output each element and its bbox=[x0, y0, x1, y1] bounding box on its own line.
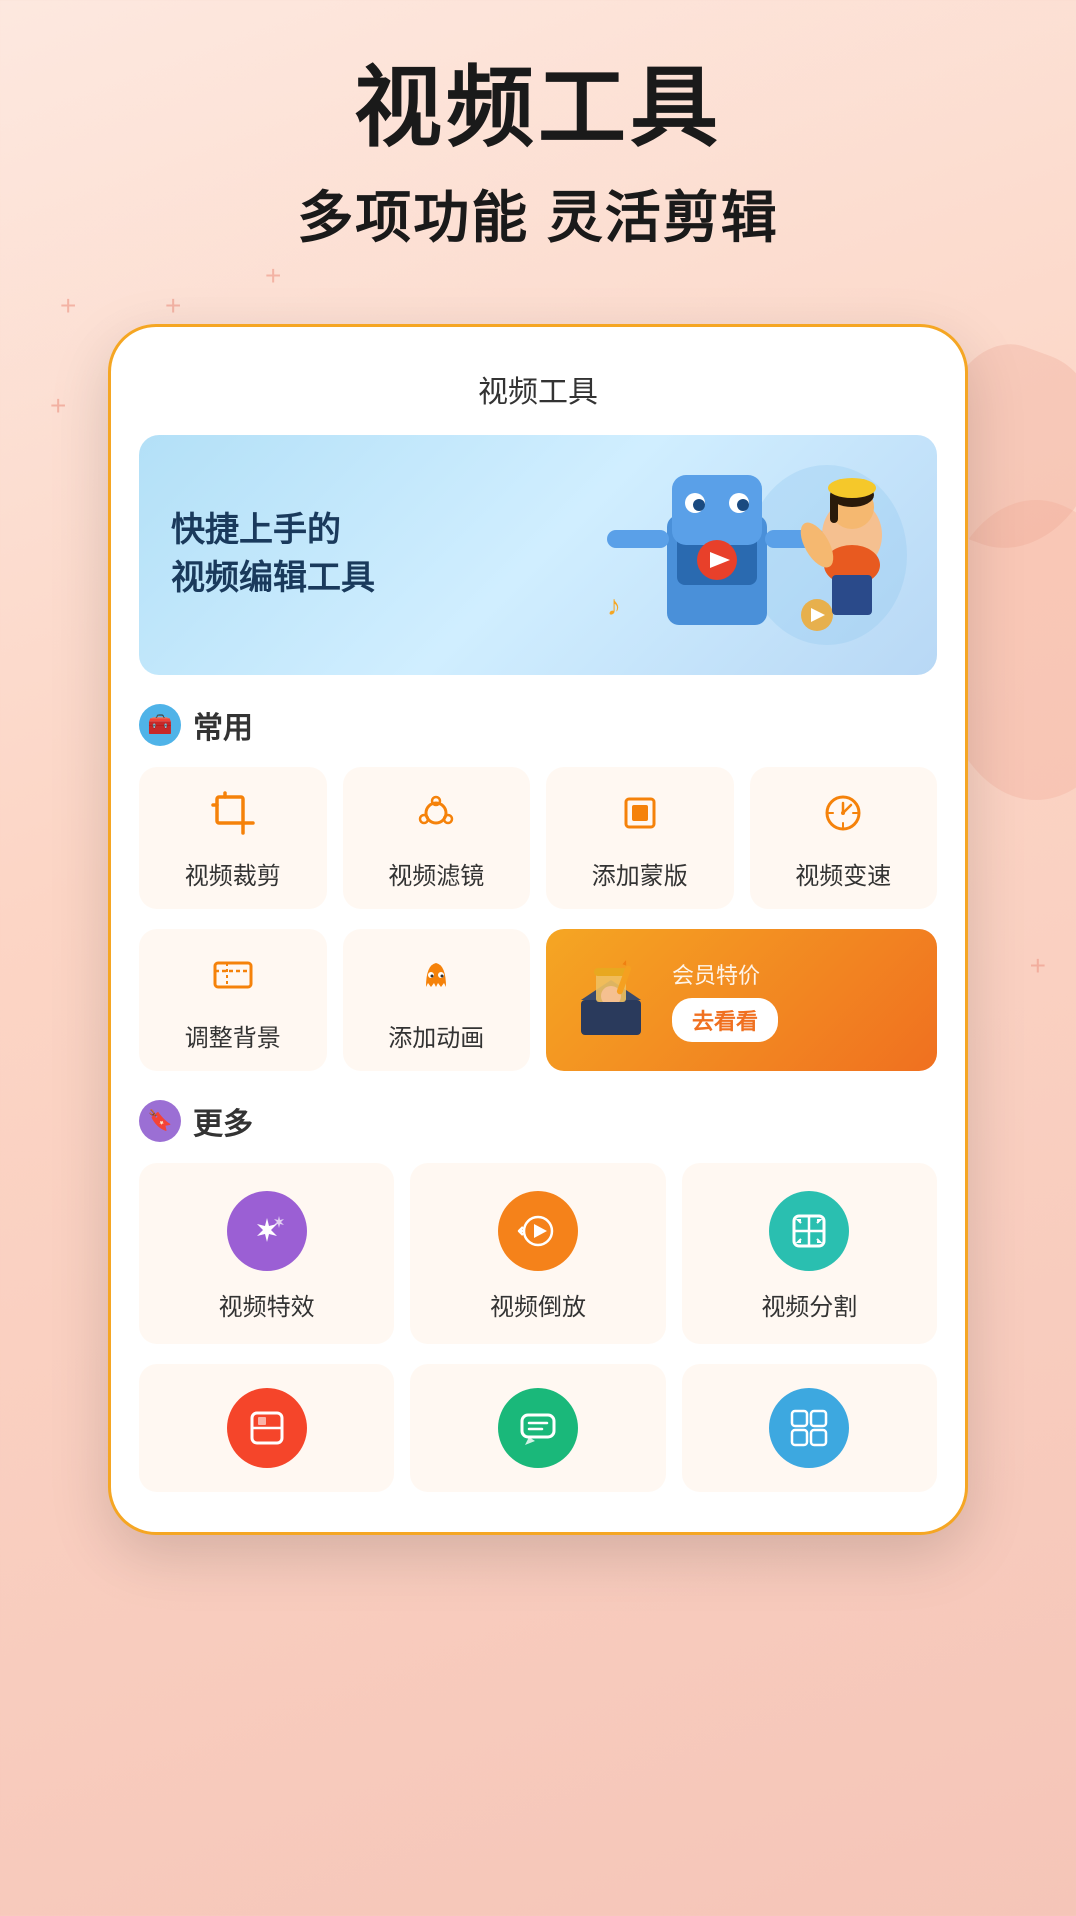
adjust-bg-icon bbox=[211, 953, 255, 1004]
phone-container: 视频工具 快捷上手的 视频编辑工具 bbox=[108, 324, 968, 1535]
header-subtitle: 多项功能 灵活剪辑 bbox=[0, 173, 1076, 254]
tool-video-effect[interactable]: 视频特效 bbox=[139, 1163, 394, 1344]
header-title: 视频工具 bbox=[0, 60, 1076, 157]
tool-video-speed-label: 视频变速 bbox=[795, 856, 891, 891]
banner-text: 快捷上手的 视频编辑工具 bbox=[171, 507, 375, 602]
deco-plus-2: + bbox=[165, 290, 181, 322]
crop-icon bbox=[211, 791, 255, 842]
tool-adjust-bg[interactable]: 调整背景 bbox=[139, 929, 327, 1071]
common-section-label: 常用 bbox=[193, 703, 253, 747]
more-section-label: 更多 bbox=[193, 1099, 253, 1143]
tool-adjust-bg-label: 调整背景 bbox=[185, 1018, 281, 1053]
tool-video-crop[interactable]: 视频裁剪 bbox=[139, 767, 327, 909]
effect-icon-circle bbox=[227, 1191, 307, 1271]
tool-video-reverse-label: 视频倒放 bbox=[490, 1287, 586, 1322]
filter-icon bbox=[414, 791, 458, 842]
tool-video-split-label: 视频分割 bbox=[761, 1287, 857, 1322]
bottom-icon-1 bbox=[227, 1388, 307, 1468]
tool-bottom-3[interactable] bbox=[682, 1364, 937, 1492]
header: 视频工具 多项功能 灵活剪辑 bbox=[0, 0, 1076, 284]
bottom-icon-3 bbox=[769, 1388, 849, 1468]
common-tools-row2: 调整背景 添加动画 bbox=[139, 929, 937, 1071]
tool-add-mask-label: 添加蒙版 bbox=[592, 856, 688, 891]
deco-plus-4: + bbox=[50, 390, 66, 422]
deco-plus-1: + bbox=[60, 290, 76, 322]
common-tools-row1: 视频裁剪 视频滤镜 bbox=[139, 767, 937, 909]
more-section-icon: 🔖 bbox=[139, 1100, 181, 1142]
svg-text:♪: ♪ bbox=[607, 590, 621, 621]
promo-button[interactable]: 去看看 bbox=[672, 998, 778, 1042]
promo-card[interactable]: 会员特价 去看看 bbox=[546, 929, 937, 1071]
phone-frame: 视频工具 快捷上手的 视频编辑工具 bbox=[108, 324, 968, 1535]
more-section-header: 🔖 更多 bbox=[139, 1099, 937, 1143]
promo-badge: 会员特价 bbox=[672, 958, 917, 990]
banner-svg: ♪ bbox=[547, 445, 907, 665]
tool-video-effect-label: 视频特效 bbox=[219, 1287, 315, 1322]
tool-bottom-1[interactable] bbox=[139, 1364, 394, 1492]
speed-icon bbox=[821, 791, 865, 842]
tool-video-filter[interactable]: 视频滤镜 bbox=[343, 767, 531, 909]
more-tools-row1: 视频特效 视频倒放 bbox=[139, 1163, 937, 1344]
more-tools-row2 bbox=[139, 1364, 937, 1492]
app-bar-title: 视频工具 bbox=[139, 359, 937, 435]
tool-add-animation-label: 添加动画 bbox=[388, 1018, 484, 1053]
split-icon-circle bbox=[769, 1191, 849, 1271]
animation-icon bbox=[414, 953, 458, 1004]
deco-plus-5: + bbox=[1030, 950, 1046, 982]
banner: 快捷上手的 视频编辑工具 bbox=[139, 435, 937, 675]
tool-video-reverse[interactable]: 视频倒放 bbox=[410, 1163, 665, 1344]
banner-illustration: ♪ bbox=[537, 435, 917, 675]
banner-line1: 快捷上手的 视频编辑工具 bbox=[171, 507, 375, 602]
tool-add-animation[interactable]: 添加动画 bbox=[343, 929, 531, 1071]
promo-text: 会员特价 去看看 bbox=[672, 958, 917, 1042]
common-section-header: 🧰 常用 bbox=[139, 703, 937, 747]
tool-add-mask[interactable]: 添加蒙版 bbox=[546, 767, 734, 909]
common-section-icon: 🧰 bbox=[139, 704, 181, 746]
tool-video-crop-label: 视频裁剪 bbox=[185, 856, 281, 891]
tool-video-filter-label: 视频滤镜 bbox=[388, 856, 484, 891]
bottom-icon-2 bbox=[498, 1388, 578, 1468]
mask-icon bbox=[618, 791, 662, 842]
tool-video-split[interactable]: 视频分割 bbox=[682, 1163, 937, 1344]
tool-video-speed[interactable]: 视频变速 bbox=[750, 767, 938, 909]
promo-illustration bbox=[566, 960, 656, 1040]
tool-bottom-2[interactable] bbox=[410, 1364, 665, 1492]
reverse-icon-circle bbox=[498, 1191, 578, 1271]
